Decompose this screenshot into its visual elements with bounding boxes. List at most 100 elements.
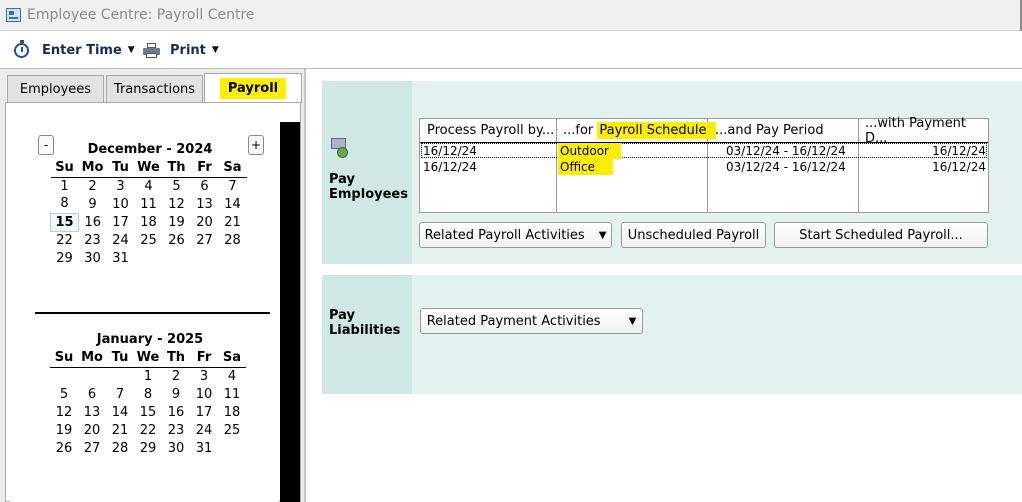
calendar-day[interactable]: 20 bbox=[78, 421, 106, 439]
calendar-day[interactable]: 2 bbox=[79, 177, 107, 195]
calendar-day[interactable]: 24 bbox=[107, 231, 135, 249]
tab-label: Transactions bbox=[113, 81, 196, 97]
calendar-day[interactable]: 16 bbox=[79, 213, 107, 231]
column-header[interactable]: Process Payroll by... bbox=[427, 119, 554, 142]
calendar-day[interactable]: 31 bbox=[107, 249, 135, 267]
calendar-day[interactable]: 8 bbox=[51, 195, 79, 213]
tab-payroll[interactable]: Payroll bbox=[204, 73, 302, 103]
calendar-day[interactable]: 13 bbox=[78, 403, 106, 421]
calendar-day[interactable]: 26 bbox=[163, 231, 191, 249]
dropdown-arrow-icon[interactable]: ▼ bbox=[128, 45, 135, 55]
tab-transactions[interactable]: Transactions bbox=[106, 75, 203, 102]
calendar-day[interactable]: 15 bbox=[50, 212, 79, 232]
weekday-header: Mo bbox=[78, 349, 106, 368]
calendar-day[interactable]: 5 bbox=[163, 177, 191, 195]
calendar-day[interactable]: 27 bbox=[191, 231, 219, 249]
calendar-day[interactable]: 10 bbox=[107, 195, 135, 213]
calendar-panel: - + December - 2024 Su Mo Tu We Th Fr Sa 1 2 3 4 5 6… bbox=[10, 122, 279, 502]
scrollbar[interactable] bbox=[280, 122, 300, 502]
app-icon bbox=[6, 8, 21, 22]
calendar-day[interactable]: 1 bbox=[134, 367, 162, 385]
calendar-day[interactable]: 10 bbox=[190, 385, 218, 403]
calendar-day[interactable]: 14 bbox=[106, 403, 134, 421]
payment-date-cell: 16/12/24 bbox=[932, 160, 986, 174]
calendar-day[interactable]: 31 bbox=[190, 439, 218, 457]
calendar-day[interactable]: 1 bbox=[51, 177, 79, 195]
calendar-day[interactable]: 18 bbox=[135, 213, 163, 231]
pay-employees-section: Pay Employees Process Payroll by... ...fo… bbox=[322, 81, 1022, 264]
weekday-header: Tu bbox=[106, 159, 135, 178]
calendar-day[interactable]: 6 bbox=[78, 385, 106, 403]
calendar-day[interactable]: 25 bbox=[218, 421, 246, 439]
calendar-grid-january: Su Mo Tu We Th Fr Sa 1 2 3 4 5 6 7 8 9 10 11 12 13 14 15 16 17 1… bbox=[50, 349, 246, 457]
calendar-day[interactable]: 30 bbox=[162, 439, 190, 457]
calendar-day[interactable]: 4 bbox=[135, 177, 163, 195]
calendar-day[interactable]: 28 bbox=[106, 439, 134, 457]
section-title: Pay Liabilities bbox=[329, 308, 401, 338]
calendar-day[interactable]: 19 bbox=[50, 421, 78, 439]
calendar-day[interactable]: 25 bbox=[135, 231, 163, 249]
calendar-day[interactable]: 22 bbox=[134, 421, 162, 439]
calendar-day[interactable]: 21 bbox=[219, 213, 247, 231]
related-payroll-activities-button[interactable]: Related Payroll Activities ▼ bbox=[419, 222, 612, 248]
section-sidebar: Pay Employees bbox=[322, 81, 412, 264]
calendar-day[interactable]: 3 bbox=[190, 367, 218, 385]
related-payment-activities-button[interactable]: Related Payment Activities ▼ bbox=[420, 308, 643, 334]
weekday-header: Su bbox=[50, 349, 78, 368]
calendar-day[interactable]: 2 bbox=[162, 367, 190, 385]
print-button[interactable]: Print ▼ bbox=[143, 40, 219, 60]
calendar-day[interactable]: 23 bbox=[162, 421, 190, 439]
calendar-day[interactable]: 26 bbox=[50, 439, 78, 457]
calendar-day[interactable]: 7 bbox=[106, 385, 134, 403]
calendar-day[interactable]: 16 bbox=[162, 403, 190, 421]
payment-date-cell: 16/12/24 bbox=[932, 144, 986, 158]
calendar-day[interactable]: 24 bbox=[190, 421, 218, 439]
calendar-day[interactable]: 30 bbox=[79, 249, 107, 267]
calendar-day[interactable]: 15 bbox=[134, 403, 162, 421]
weekday-header: Sa bbox=[218, 349, 246, 368]
calendar-day[interactable]: 3 bbox=[107, 177, 135, 195]
calendar-day[interactable]: 28 bbox=[219, 231, 247, 249]
column-header[interactable]: ...with Payment D... bbox=[865, 116, 988, 146]
calendar-empty-cell bbox=[78, 367, 106, 385]
calendar-day[interactable]: 20 bbox=[191, 213, 219, 231]
selected-row-outline bbox=[421, 143, 987, 158]
calendar-day[interactable]: 9 bbox=[162, 385, 190, 403]
dropdown-arrow-icon[interactable]: ▼ bbox=[212, 45, 219, 55]
calendar-separator bbox=[35, 312, 270, 314]
calendar-day[interactable]: 8 bbox=[134, 385, 162, 403]
weekday-header: Th bbox=[162, 159, 191, 178]
calendar-day[interactable]: 17 bbox=[190, 403, 218, 421]
start-scheduled-payroll-button[interactable]: Start Scheduled Payroll... bbox=[774, 222, 988, 248]
calendar-day[interactable]: 5 bbox=[50, 385, 78, 403]
calendar-day[interactable]: 11 bbox=[135, 195, 163, 213]
calendar-day[interactable]: 4 bbox=[218, 367, 246, 385]
calendar-day[interactable]: 12 bbox=[50, 403, 78, 421]
calendar-day[interactable]: 14 bbox=[219, 195, 247, 213]
calendar-day[interactable]: 19 bbox=[163, 213, 191, 231]
calendar-day[interactable]: 13 bbox=[191, 195, 219, 213]
calendar-day[interactable]: 22 bbox=[51, 231, 79, 249]
weekday-header: Fr bbox=[190, 349, 218, 368]
weekday-header: Tu bbox=[106, 349, 134, 368]
calendar-day[interactable]: 6 bbox=[191, 177, 219, 195]
calendar-day[interactable]: 29 bbox=[134, 439, 162, 457]
calendar-day[interactable]: 9 bbox=[79, 195, 107, 213]
prev-month-button[interactable]: - bbox=[38, 135, 54, 155]
calendar-day[interactable]: 21 bbox=[106, 421, 134, 439]
next-month-button[interactable]: + bbox=[248, 135, 264, 155]
calendar-day[interactable]: 18 bbox=[218, 403, 246, 421]
calendar-day[interactable]: 27 bbox=[78, 439, 106, 457]
pay-employees-icon bbox=[331, 138, 349, 160]
calendar-day[interactable]: 17 bbox=[107, 213, 135, 231]
column-header[interactable]: ...and Pay Period bbox=[715, 119, 824, 142]
calendar-day[interactable]: 23 bbox=[79, 231, 107, 249]
calendar-day[interactable]: 29 bbox=[51, 249, 79, 267]
calendar-day[interactable]: 11 bbox=[218, 385, 246, 403]
calendar-day[interactable]: 12 bbox=[163, 195, 191, 213]
calendar-day[interactable]: 7 bbox=[219, 177, 247, 195]
tab-employees[interactable]: Employees bbox=[7, 75, 104, 102]
enter-time-button[interactable]: Enter Time ▼ bbox=[14, 39, 135, 60]
column-header[interactable]: ...for Payroll Schedule bbox=[563, 119, 717, 142]
unscheduled-payroll-button[interactable]: Unscheduled Payroll bbox=[621, 222, 766, 248]
